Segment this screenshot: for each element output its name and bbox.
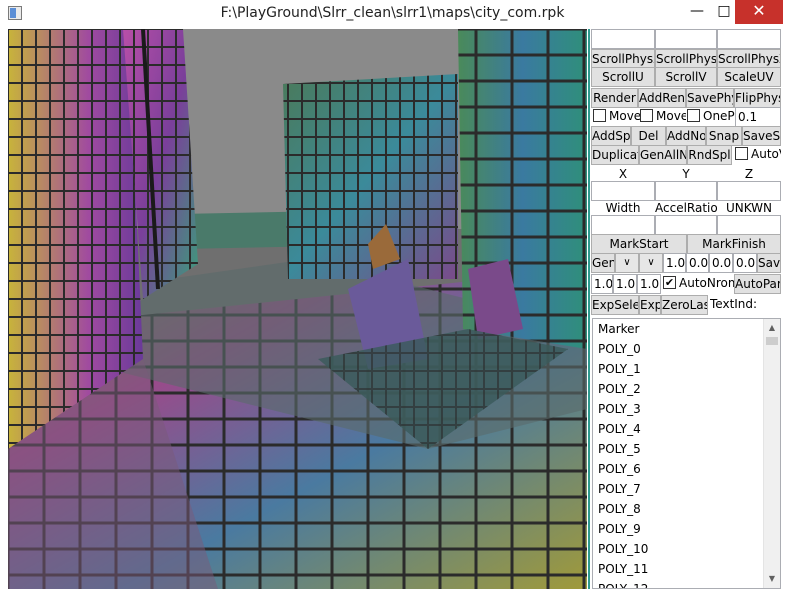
- scroll-v-button[interactable]: ScrollV: [655, 67, 717, 87]
- title-bar: F:\PlayGround\Slrr_clean\slrr1\maps\city…: [0, 0, 785, 28]
- scale-uv-button[interactable]: ScaleUV: [717, 67, 781, 87]
- mark-finish-button[interactable]: MarkFinish: [687, 234, 781, 254]
- delete-button[interactable]: Del: [631, 126, 666, 146]
- num-field-f[interactable]: 1.0: [613, 274, 637, 294]
- save-phys-button[interactable]: SavePhys: [686, 88, 734, 108]
- rnd-spl-button[interactable]: RndSpl: [687, 145, 732, 165]
- auto-v-checkbox[interactable]: [735, 147, 748, 160]
- list-item[interactable]: POLY_1: [593, 359, 780, 379]
- element-list[interactable]: Marker POLY_0 POLY_1 POLY_2 POLY_3 POLY_4 POLY…: [592, 318, 781, 589]
- list-item[interactable]: POLY_6: [593, 459, 780, 479]
- num-field-d[interactable]: 0.0: [733, 253, 757, 273]
- snap-button[interactable]: Snap: [706, 126, 742, 146]
- save-spline-button[interactable]: SaveSp: [742, 126, 781, 146]
- add-node-button[interactable]: AddNo: [666, 126, 706, 146]
- num-field-g[interactable]: 1.0: [637, 274, 661, 294]
- auto-v-label: AutoV: [751, 147, 781, 161]
- scroll-thumb[interactable]: [766, 337, 778, 345]
- text-index-label: TextInd:: [710, 297, 758, 311]
- scroll-down-icon[interactable]: ▼: [764, 572, 780, 586]
- list-item[interactable]: POLY_4: [593, 419, 780, 439]
- exp-button[interactable]: Exp: [639, 295, 661, 315]
- top-field-1[interactable]: [591, 29, 655, 49]
- control-panel: ScrollPhysX ScrollPhysY ScrollPhysZ Scro…: [588, 29, 781, 589]
- scroll-phys-z-button[interactable]: ScrollPhysZ: [717, 49, 781, 69]
- unkwn-field[interactable]: [717, 215, 781, 235]
- num-field-b[interactable]: 0.0: [686, 253, 709, 273]
- gen-all-n-button[interactable]: GenAllN: [639, 145, 687, 165]
- list-item[interactable]: POLY_2: [593, 379, 780, 399]
- list-item[interactable]: POLY_12: [593, 579, 780, 588]
- list-scrollbar[interactable]: ▲ ▼: [763, 319, 780, 588]
- add-spline-button[interactable]: AddSp: [591, 126, 631, 146]
- z-field[interactable]: [717, 181, 781, 201]
- one-p-checkbox[interactable]: [687, 109, 700, 122]
- num-field-a[interactable]: 1.0: [663, 253, 686, 273]
- width-field[interactable]: [591, 215, 655, 235]
- num-field-e[interactable]: 1.0: [591, 274, 613, 294]
- gen-button[interactable]: Gen: [591, 253, 615, 273]
- list-item[interactable]: POLY_3: [593, 399, 780, 419]
- move-checkbox-1[interactable]: [593, 109, 606, 122]
- save-button[interactable]: Save: [757, 253, 781, 273]
- auto-par-button[interactable]: AutoPar: [734, 274, 781, 294]
- y-field[interactable]: [655, 181, 717, 201]
- combo-select-1[interactable]: ∨: [615, 253, 639, 273]
- move-label-1: Move: [609, 109, 640, 123]
- list-item[interactable]: POLY_7: [593, 479, 780, 499]
- top-field-2[interactable]: [655, 29, 717, 49]
- zero-last-button[interactable]: ZeroLast: [661, 295, 708, 315]
- auto-nrom-checkbox[interactable]: [663, 276, 676, 289]
- auto-nrom-label: AutoNrom: [679, 276, 734, 290]
- flip-phys-button[interactable]: FlipPhys: [734, 88, 781, 108]
- scroll-u-button[interactable]: ScrollU: [591, 67, 655, 87]
- list-item[interactable]: POLY_11: [593, 559, 780, 579]
- move-label-2: Move: [656, 109, 686, 123]
- combo-select-2[interactable]: ∨: [639, 253, 663, 273]
- city-scene: [8, 29, 587, 589]
- list-item[interactable]: POLY_9: [593, 519, 780, 539]
- exp-selected-button[interactable]: ExpSelec: [591, 295, 639, 315]
- value-field[interactable]: 0.1: [735, 107, 781, 127]
- x-field[interactable]: [591, 181, 655, 201]
- add-render-button[interactable]: AddRend: [638, 88, 686, 108]
- render-button[interactable]: Render: [591, 88, 638, 108]
- scroll-phys-y-button[interactable]: ScrollPhysY: [655, 49, 717, 69]
- list-items: Marker POLY_0 POLY_1 POLY_2 POLY_3 POLY_4 POLY…: [593, 319, 780, 588]
- move-checkbox-2[interactable]: [640, 109, 653, 122]
- one-p-label: OneP: [703, 109, 735, 123]
- scroll-phys-x-button[interactable]: ScrollPhysX: [591, 49, 655, 69]
- num-field-c[interactable]: 0.0: [709, 253, 733, 273]
- accel-ratio-field[interactable]: [655, 215, 717, 235]
- list-item[interactable]: POLY_10: [593, 539, 780, 559]
- mark-start-button[interactable]: MarkStart: [591, 234, 687, 254]
- close-button[interactable]: ✕: [735, 0, 783, 24]
- list-item[interactable]: POLY_5: [593, 439, 780, 459]
- scroll-up-icon[interactable]: ▲: [764, 321, 780, 335]
- top-field-3[interactable]: [717, 29, 781, 49]
- list-item[interactable]: POLY_0: [593, 339, 780, 359]
- list-item[interactable]: Marker: [593, 319, 780, 339]
- window-title: F:\PlayGround\Slrr_clean\slrr1\maps\city…: [220, 5, 565, 21]
- 3d-viewport[interactable]: [8, 29, 587, 589]
- list-item[interactable]: POLY_8: [593, 499, 780, 519]
- duplicate-button[interactable]: Duplicat: [591, 145, 639, 165]
